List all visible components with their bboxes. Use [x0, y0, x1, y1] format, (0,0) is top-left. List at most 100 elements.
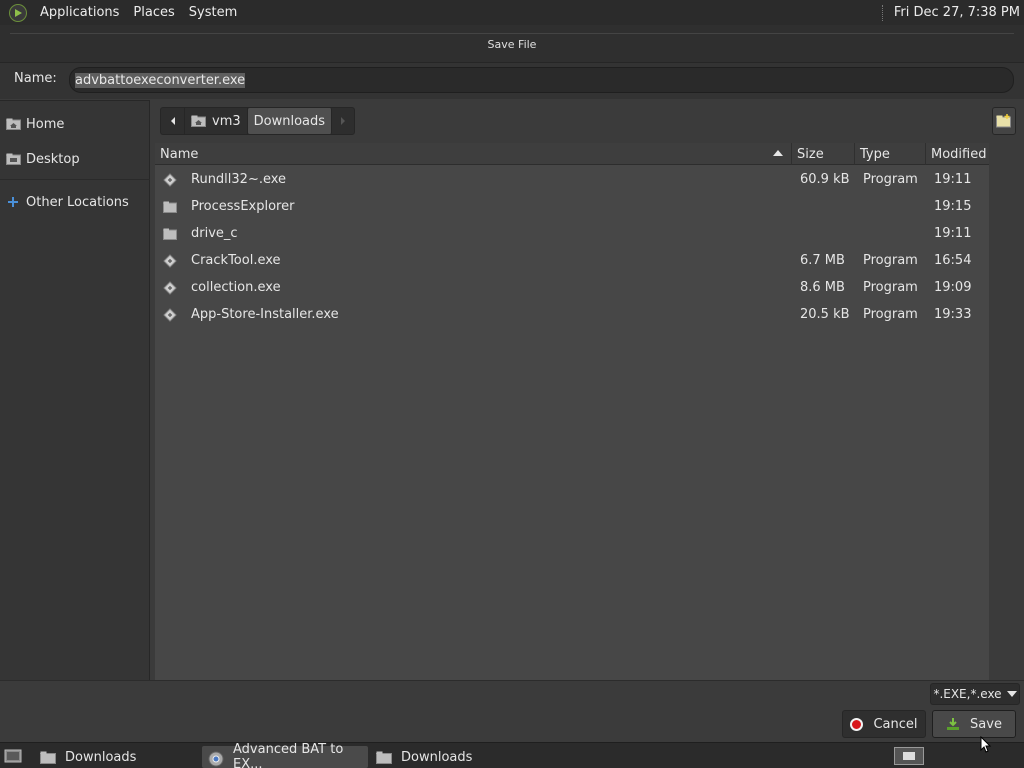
executable-icon: [163, 307, 177, 322]
plus-icon: [6, 196, 21, 208]
file-name: drive_c: [191, 226, 238, 241]
executable-icon: [163, 253, 177, 268]
list-scroll-area[interactable]: [989, 143, 1024, 680]
home-folder-icon: [191, 115, 206, 127]
places-sidebar: Home Desktop Other Locations: [0, 100, 150, 680]
folder-icon: [163, 200, 177, 214]
sidebar-item-other-locations[interactable]: Other Locations: [6, 191, 129, 213]
workspace-switcher[interactable]: [894, 747, 924, 765]
file-size: 6.7 MB: [800, 253, 845, 268]
file-name: CrackTool.exe: [191, 253, 281, 268]
file-name-cell: App-Store-Installer.exe: [155, 301, 339, 328]
column-label: Size: [797, 146, 824, 162]
path-forward-button[interactable]: [332, 108, 354, 134]
filter-value: *.EXE,*.exe: [933, 687, 1002, 701]
dialog-title: Save File: [487, 38, 537, 51]
table-row[interactable]: Rundll32~.exe 60.9 kB Program 19:11: [155, 166, 989, 193]
sidebar-separator: [0, 179, 150, 180]
clock[interactable]: Fri Dec 27, 7:38 PM: [881, 0, 1020, 25]
system-menu[interactable]: System: [182, 5, 244, 20]
desktop-folder-icon: [6, 153, 21, 165]
file-name: Rundll32~.exe: [191, 172, 287, 187]
workspace-window-thumb: [903, 752, 915, 760]
file-modified: 19:15: [934, 199, 972, 214]
cancel-button[interactable]: Cancel: [842, 710, 926, 738]
filename-value: advbattoexeconverter.exe: [75, 72, 246, 88]
sort-ascending-icon: [773, 150, 783, 156]
file-size: 8.6 MB: [800, 280, 845, 295]
sidebar-item-home[interactable]: Home: [6, 113, 64, 135]
dialog-titlebar[interactable]: Save File: [0, 25, 1024, 63]
sidebar-item-desktop[interactable]: Desktop: [6, 148, 80, 170]
executable-icon: [163, 172, 177, 187]
column-label: Modified: [931, 146, 987, 162]
create-folder-button[interactable]: [992, 107, 1016, 135]
file-size: 20.5 kB: [800, 307, 850, 322]
dialog-action-area: *.EXE,*.exe Cancel Save: [0, 680, 1024, 742]
sidebar-item-label: Desktop: [26, 151, 80, 167]
column-header-size[interactable]: Size: [792, 143, 855, 165]
chevron-right-icon: [341, 117, 346, 125]
clock-text: Fri Dec 27, 7:38 PM: [893, 5, 1020, 20]
file-browser: vm3 Downloads Name Size Type Modified Ru…: [151, 100, 1024, 680]
file-type: Program: [863, 172, 918, 187]
path-segment-downloads[interactable]: Downloads: [247, 108, 333, 134]
file-modified: 19:09: [934, 280, 972, 295]
file-list-header: Name Size Type Modified: [155, 143, 989, 165]
chevron-left-icon: [170, 117, 175, 125]
panel-separator: [881, 4, 884, 21]
file-name: ProcessExplorer: [191, 199, 295, 214]
places-menu[interactable]: Places: [126, 5, 181, 20]
task-label: Downloads: [401, 749, 473, 765]
file-name-cell: drive_c: [155, 220, 238, 247]
file-name-cell: ProcessExplorer: [155, 193, 294, 220]
titlebar-line: [10, 33, 1014, 34]
path-segment-label: Downloads: [253, 113, 326, 129]
file-modified: 19:11: [934, 172, 972, 187]
chevron-down-icon: [1006, 691, 1017, 697]
distro-logo-icon[interactable]: [9, 3, 27, 22]
table-row[interactable]: collection.exe 8.6 MB Program 19:09: [155, 274, 989, 301]
name-row: Name: advbattoexeconverter.exe: [0, 63, 1024, 99]
file-type: Program: [863, 307, 918, 322]
file-modified: 16:54: [934, 253, 972, 268]
folder-icon: [163, 227, 177, 241]
new-folder-icon: [996, 114, 1011, 128]
file-name-cell: collection.exe: [155, 274, 281, 301]
folder-icon: [40, 751, 56, 764]
taskbar-item-advanced-bat[interactable]: Advanced BAT to EX...: [202, 742, 368, 768]
file-size: 60.9 kB: [800, 172, 850, 187]
file-name-cell: CrackTool.exe: [155, 247, 281, 274]
show-desktop-icon[interactable]: [4, 748, 22, 764]
file-name-cell: Rundll32~.exe: [155, 166, 286, 193]
task-label: Advanced BAT to EX...: [233, 742, 344, 768]
taskbar-item-downloads[interactable]: Downloads: [34, 746, 198, 768]
column-header-name[interactable]: Name: [155, 143, 792, 165]
file-list[interactable]: Name Size Type Modified Rundll32~.exe 60…: [155, 143, 989, 680]
table-row[interactable]: CrackTool.exe 6.7 MB Program 16:54: [155, 247, 989, 274]
file-modified: 19:11: [934, 226, 972, 241]
file-filter-dropdown[interactable]: *.EXE,*.exe: [930, 683, 1020, 705]
download-icon: [947, 718, 960, 730]
table-row[interactable]: App-Store-Installer.exe 20.5 kB Program …: [155, 301, 989, 328]
taskbar-item-downloads-2[interactable]: Downloads: [370, 746, 534, 768]
file-type: Program: [863, 253, 918, 268]
home-folder-icon: [6, 118, 21, 130]
file-name: collection.exe: [191, 280, 281, 295]
file-name: App-Store-Installer.exe: [191, 307, 339, 322]
column-header-type[interactable]: Type: [855, 143, 926, 165]
path-segment-vm3[interactable]: vm3: [185, 108, 248, 134]
column-label: Name: [160, 146, 199, 162]
filename-input[interactable]: advbattoexeconverter.exe: [69, 67, 1014, 93]
applications-menu[interactable]: Applications: [33, 5, 126, 20]
table-row[interactable]: ProcessExplorer 19:15: [155, 193, 989, 220]
folder-icon: [376, 751, 392, 764]
cancel-label: Cancel: [873, 716, 918, 732]
column-header-modified[interactable]: Modified: [926, 143, 989, 165]
column-label: Type: [860, 146, 890, 162]
sidebar-item-label: Other Locations: [26, 194, 129, 210]
task-label: Downloads: [65, 749, 137, 765]
table-row[interactable]: drive_c 19:11: [155, 220, 989, 247]
save-button[interactable]: Save: [932, 710, 1016, 738]
path-back-button[interactable]: [161, 108, 185, 134]
